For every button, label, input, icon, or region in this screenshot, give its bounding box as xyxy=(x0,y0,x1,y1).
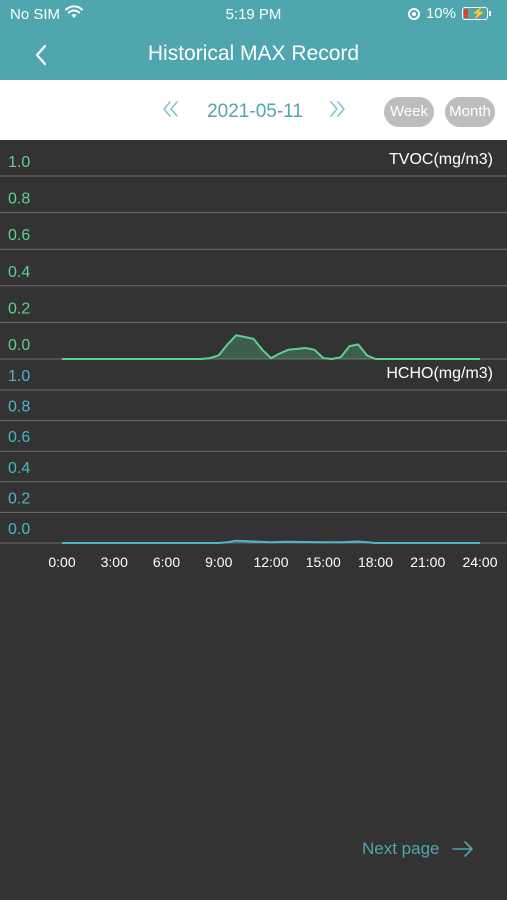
battery-icon: ⚡ xyxy=(462,6,488,20)
next-page-button[interactable]: Next page xyxy=(362,839,474,859)
next-date-button[interactable] xyxy=(326,98,348,120)
x-tick-label: 18:00 xyxy=(358,554,393,570)
series-line xyxy=(62,539,480,544)
charts-area: 1.0 0.8 0.6 0.4 0.2 0.0 TVOC(mg/m3) 1.0 0.8 0.6 0.… xyxy=(0,140,507,580)
x-tick-label: 21:00 xyxy=(410,554,445,570)
next-page-label: Next page xyxy=(362,839,440,858)
selected-date[interactable]: 2021-05-11 xyxy=(200,101,310,123)
hcho-chart: 1.0 0.8 0.6 0.4 0.2 0.0 HCHO(mg/m3) 0:00 3:00 6:0… xyxy=(0,365,507,570)
y-tick-label: 0.2 xyxy=(8,490,30,507)
y-tick-label: 1.0 xyxy=(8,368,30,385)
date-selector: 2021-05-11 Week Month xyxy=(0,80,507,140)
x-tick-label: 3:00 xyxy=(101,554,128,570)
nav-bar: Historical MAX Record xyxy=(0,30,507,80)
double-chevron-right-icon xyxy=(330,101,345,117)
chart-title: HCHO(mg/m3) xyxy=(386,365,493,382)
y-tick-label: 0.6 xyxy=(8,227,30,244)
y-tick-label: 0.8 xyxy=(8,399,30,416)
y-tick-label: 0.0 xyxy=(8,521,30,538)
y-tick-label: 0.0 xyxy=(8,337,30,354)
y-tick-label: 0.2 xyxy=(8,300,30,317)
x-tick-label: 6:00 xyxy=(153,554,180,570)
chart-title: TVOC(mg/m3) xyxy=(389,151,493,168)
month-button[interactable]: Month xyxy=(445,97,495,127)
y-tick-label: 0.4 xyxy=(8,460,30,477)
y-tick-label: 1.0 xyxy=(8,154,30,171)
status-right: 10% ⚡ xyxy=(407,5,491,22)
y-tick-label: 0.8 xyxy=(8,191,30,208)
tvoc-chart: 1.0 0.8 0.6 0.4 0.2 0.0 TVOC(mg/m3) xyxy=(0,151,507,360)
x-tick-label: 24:00 xyxy=(462,554,497,570)
previous-date-button[interactable] xyxy=(160,98,182,120)
y-tick-label: 0.6 xyxy=(8,429,30,446)
x-tick-label: 0:00 xyxy=(48,554,75,570)
x-tick-label: 15:00 xyxy=(306,554,341,570)
series-area xyxy=(62,335,480,359)
x-tick-label: 12:00 xyxy=(253,554,288,570)
y-tick-label: 0.4 xyxy=(8,264,30,281)
series-line xyxy=(62,334,480,360)
arrow-right-icon xyxy=(451,841,473,857)
battery-tip xyxy=(489,11,491,16)
double-chevron-left-icon xyxy=(163,101,178,117)
battery-percent: 10% xyxy=(425,5,456,22)
week-button[interactable]: Week xyxy=(384,97,434,127)
app-root: No SIM 5:19 PM 10% ⚡ Historical MAX Reco… xyxy=(0,0,507,900)
charts-svg: 1.0 0.8 0.6 0.4 0.2 0.0 TVOC(mg/m3) 1.0 0.8 0.6 0.… xyxy=(0,151,507,570)
page-title: Historical MAX Record xyxy=(147,42,360,65)
orientation-lock-icon xyxy=(407,7,420,20)
x-tick-label: 9:00 xyxy=(205,554,232,570)
status-bar: No SIM 5:19 PM 10% ⚡ xyxy=(0,0,507,30)
